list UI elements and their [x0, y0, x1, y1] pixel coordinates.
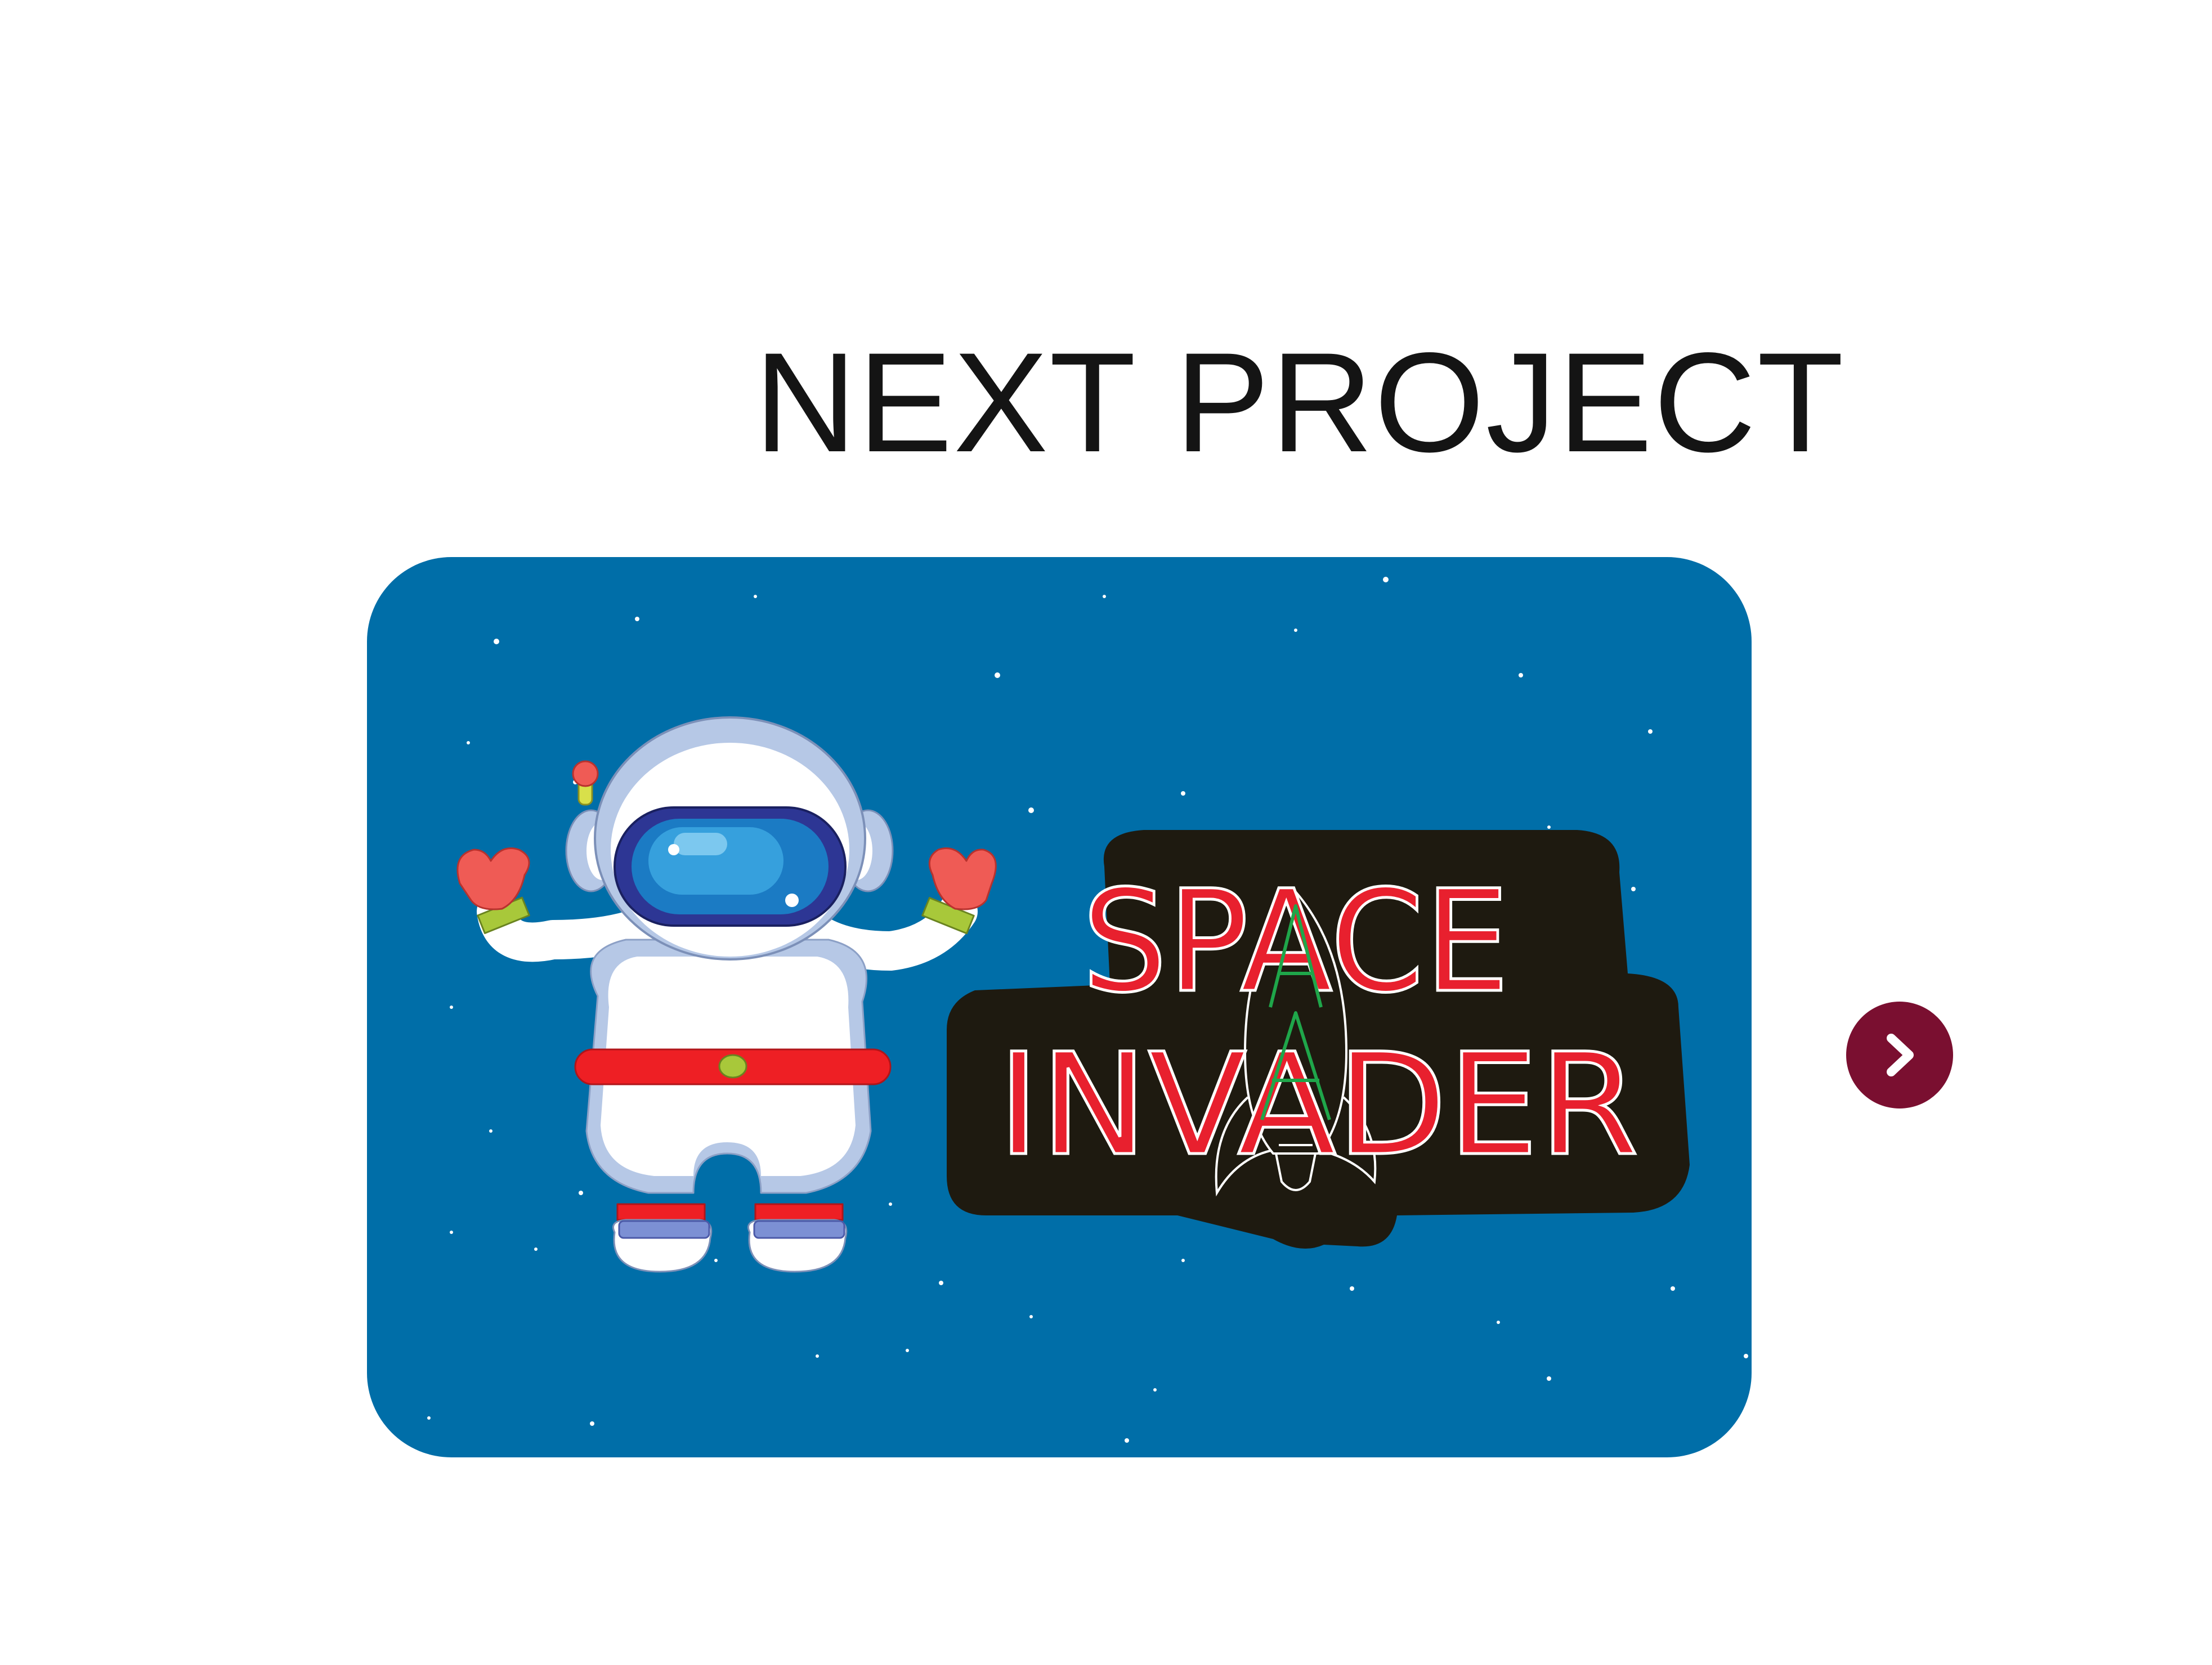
chevron-right-icon — [1887, 1034, 1914, 1076]
next-project-button[interactable] — [1846, 1002, 1953, 1108]
title-line-invader: INVADER — [997, 1023, 1639, 1187]
page-heading: NEXT PROJECT — [754, 324, 1845, 482]
project-artwork: SPACE INVADER — [427, 577, 1748, 1443]
astronaut-illustration — [456, 716, 997, 1273]
project-card[interactable]: SPACE INVADER — [367, 557, 1752, 1457]
title-line-space: SPACE — [1082, 860, 1510, 1024]
